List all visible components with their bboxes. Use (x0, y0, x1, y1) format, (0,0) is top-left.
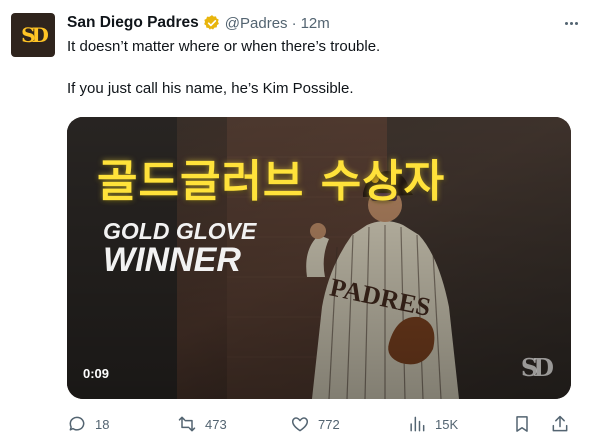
tweet-text-line: It doesn’t matter where or when there’s … (67, 38, 381, 55)
views-count: 15K (435, 416, 459, 432)
author-display-name[interactable]: San Diego Padres (67, 14, 199, 32)
video-title-korean: 골드글러브 수상자 (97, 156, 446, 207)
padres-logo-icon: SD (21, 23, 49, 47)
repost-icon (178, 416, 196, 432)
separator-dot: · (291, 14, 297, 32)
repost-button[interactable]: 473 (177, 410, 227, 438)
tweet-header: San Diego Padres @Padres · 12m (67, 12, 330, 34)
reply-icon (69, 416, 85, 431)
video-player[interactable]: PADRES 골드글러브 수상자 GOLD GLOVE WINNER 0:09 … (67, 117, 571, 399)
tweet-text-line: If you just call his name, he’s Kim Poss… (67, 80, 354, 97)
like-button[interactable]: 772 (290, 410, 340, 438)
more-dot-icon (574, 21, 578, 25)
verified-badge-icon[interactable] (203, 14, 221, 32)
video-title-winner: WINNER (103, 241, 241, 279)
views-button[interactable]: 15K (407, 410, 458, 438)
padres-watermark-icon: SD (520, 353, 554, 382)
more-dot-icon (569, 21, 573, 25)
reply-count: 18 (95, 416, 110, 432)
tweet-timestamp[interactable]: 12m (301, 15, 330, 32)
like-count: 772 (318, 416, 340, 432)
bookmark-button[interactable] (512, 410, 532, 438)
tweet-actions-bar: 18 473 772 15K (0, 410, 600, 438)
share-button[interactable] (550, 410, 570, 438)
bookmark-icon (516, 416, 528, 432)
author-handle[interactable]: @Padres (225, 15, 288, 32)
share-icon (552, 415, 568, 432)
more-dot-icon (564, 21, 568, 25)
repost-count: 473 (205, 416, 227, 432)
heart-icon (291, 417, 309, 432)
analytics-icon (410, 416, 425, 432)
avatar[interactable]: SD (11, 13, 55, 57)
tweet-card[interactable]: SD San Diego Padres @Padres · 12m It doe… (0, 0, 600, 448)
video-duration: 0:09 (83, 366, 110, 381)
reply-button[interactable]: 18 (67, 410, 109, 438)
more-options-button[interactable] (560, 13, 582, 33)
